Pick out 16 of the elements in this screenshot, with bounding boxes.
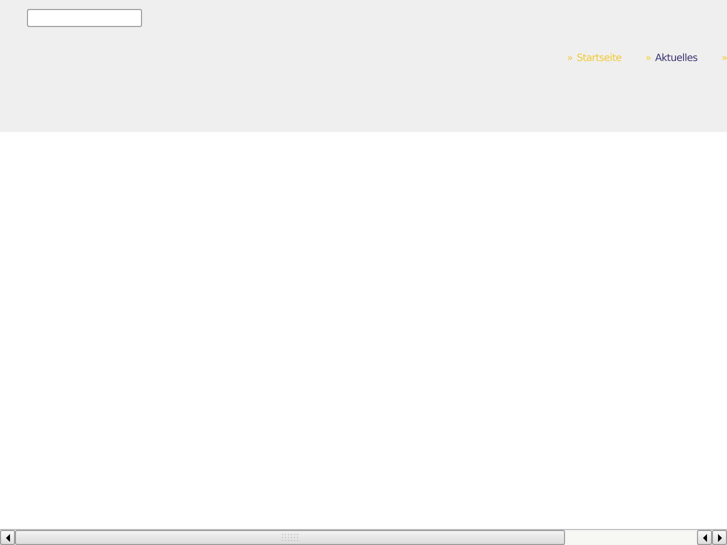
right-arrow-icon — [716, 534, 722, 542]
scroll-right-button[interactable] — [712, 530, 727, 545]
nav-link[interactable]: » Startseite — [567, 53, 622, 64]
scroll-left-button[interactable] — [697, 530, 712, 545]
nav-label: Startseite — [576, 53, 622, 64]
chevron-icon: » — [567, 53, 573, 64]
left-arrow-icon — [4, 534, 10, 542]
search-field[interactable] — [27, 9, 142, 27]
left-arrow-icon — [702, 534, 708, 542]
scrollbar-thumb[interactable] — [15, 530, 565, 545]
scroll-left-button[interactable] — [0, 530, 15, 545]
chevron-icon: » — [645, 53, 652, 64]
horizontal-scrollbar[interactable] — [0, 529, 727, 545]
nav-label: Aktuelles — [655, 53, 698, 64]
nav-link[interactable]: » Aktuelles — [645, 53, 698, 64]
nav-link[interactable]: » — [721, 53, 727, 64]
